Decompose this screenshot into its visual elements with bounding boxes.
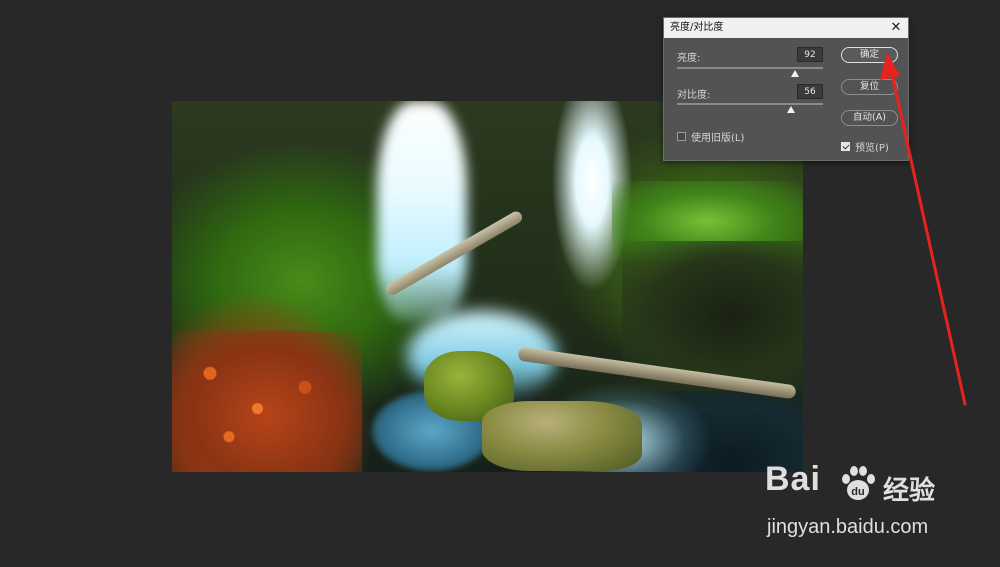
- brightness-label: 亮度:: [677, 53, 701, 64]
- ok-button[interactable]: 确定: [841, 47, 898, 63]
- use-legacy-checkbox[interactable]: [677, 132, 686, 141]
- dialog-title: 亮度/对比度: [670, 22, 724, 33]
- watermark-url: jingyan.baidu.com: [767, 516, 929, 538]
- brightness-slider-track[interactable]: [677, 67, 823, 69]
- close-icon[interactable]: ✕: [888, 20, 904, 36]
- contrast-slider-track[interactable]: [677, 103, 823, 105]
- image-leaves: [172, 331, 362, 472]
- use-legacy-label: 使用旧版(L): [691, 133, 745, 144]
- contrast-label: 对比度:: [677, 90, 711, 101]
- image-rock: [482, 401, 642, 471]
- watermark-suffix: 经验: [883, 476, 936, 506]
- baidu-paw-icon: du: [842, 466, 875, 500]
- svg-text:du: du: [851, 486, 864, 498]
- baidu-watermark: Bai du 经验 jingyan.baidu.com: [765, 460, 965, 550]
- contrast-slider-thumb[interactable]: [786, 106, 795, 113]
- preview-checkbox[interactable]: [841, 142, 850, 151]
- brightness-slider-thumb[interactable]: [791, 70, 800, 77]
- contrast-input[interactable]: 56: [797, 84, 823, 99]
- reset-button[interactable]: 复位: [841, 79, 898, 95]
- preview-label: 预览(P): [855, 143, 889, 154]
- dialog-titlebar[interactable]: 亮度/对比度 ✕: [664, 18, 908, 38]
- brightness-input[interactable]: 92: [797, 47, 823, 62]
- brightness-contrast-dialog: 亮度/对比度 ✕ 亮度: 92 对比度: 56 使用旧版(L) 确定 复位 自动…: [663, 17, 909, 161]
- auto-button[interactable]: 自动(A): [841, 110, 898, 126]
- watermark-brand: Bai: [765, 460, 821, 498]
- workspace-canvas: 亮度/对比度 ✕ 亮度: 92 对比度: 56 使用旧版(L) 确定 复位 自动…: [0, 0, 1000, 567]
